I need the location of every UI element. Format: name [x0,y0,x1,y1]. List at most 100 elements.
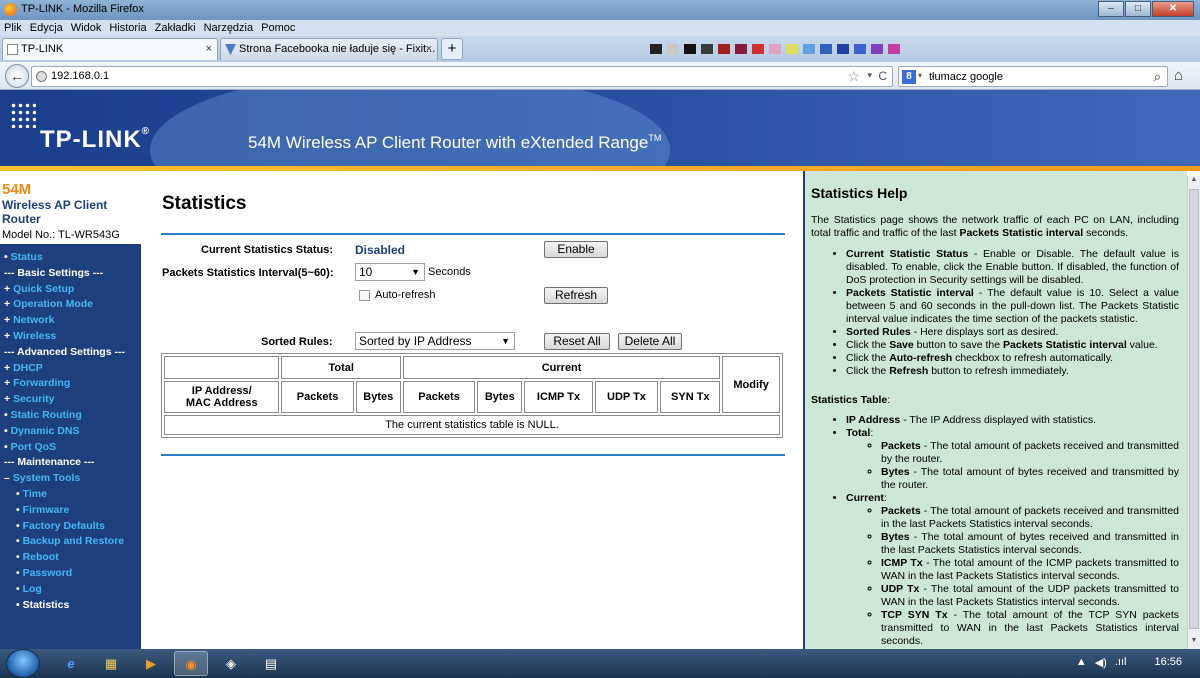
sidebar-item-security[interactable]: Security [0,392,141,408]
sidebar-item-operation-mode[interactable]: Operation Mode [0,297,141,313]
firefox-taskbar-icon[interactable]: ◉ [174,651,208,676]
refresh-button[interactable]: Refresh [544,287,608,304]
menu-pomoc[interactable]: Pomoc [261,20,295,36]
globe-icon [36,71,47,82]
sidebar-item-factory-defaults[interactable]: Factory Defaults [0,519,141,535]
scroll-up-icon[interactable]: ▲ [1188,176,1200,188]
sorted-rules-select[interactable]: Sorted by IP Address ▼ [355,332,515,350]
interval-label: Packets Statistics Interval(5~60): [162,267,334,279]
menu-zakladki[interactable]: Zakładki [155,20,196,36]
sidebar-item-dhcp[interactable]: DHCP [0,361,141,377]
tab-tplink[interactable]: TP-LINK × [2,38,218,60]
media-player-icon[interactable]: ▶ [134,651,168,676]
sidebar-item-static-routing[interactable]: Static Routing [0,408,141,424]
back-button[interactable]: ← [5,64,29,88]
google-icon[interactable]: 8 [902,70,916,84]
search-input[interactable] [929,69,1139,84]
status-label: Current Statistics Status: [201,244,334,256]
tab-label: TP-LINK [21,43,64,55]
reset-all-button[interactable]: Reset All [544,333,610,350]
home-icon[interactable]: ⌂ [1174,67,1183,84]
sidebar-item-quick-setup[interactable]: Quick Setup [0,282,141,298]
table-header-udp-tx: UDP Tx [594,381,659,413]
url-bar[interactable]: 192.168.0.1 ☆ ▾ C [31,66,893,87]
network-icon[interactable]: .ııl [1115,656,1127,669]
app-taskbar-icon[interactable]: ◈ [214,651,248,676]
menu-historia[interactable]: Historia [109,20,146,36]
tab-close-icon[interactable]: × [206,39,212,59]
sidebar-item-port-qos[interactable]: Port QoS [0,440,141,456]
help-item: Click the Refresh button to refresh imme… [846,365,1179,378]
notepad-taskbar-icon[interactable]: ▤ [254,651,288,676]
tab-facebook-fixit[interactable]: Strona Facebooka nie ładuje się - Fixit.… [220,38,438,60]
sidebar-item-system-tools[interactable]: System Tools [0,471,141,487]
tray-arrow-icon[interactable]: ▲ [1076,656,1087,669]
search-engine-dropdown-icon[interactable]: ▾ [918,71,922,80]
menu-narzedzia[interactable]: Narzędzia [204,20,254,36]
sidebar-item-password[interactable]: Password [0,566,141,582]
tab-close-icon[interactable]: × [426,39,432,59]
router-model-title: 54M Wireless AP Client Router with eXten… [248,133,662,152]
bookmark-star-icon[interactable]: ☆ [847,68,860,85]
help-subitem: TCP SYN Tx - The total amount of the TCP… [881,609,1179,648]
reload-icon[interactable]: C [878,69,887,83]
bookmark-color-swatches [650,44,905,54]
scroll-thumb[interactable] [1189,189,1199,629]
sidebar-item-statistics[interactable]: Statistics [0,598,141,614]
interval-select[interactable]: 10 ▼ [355,263,425,281]
sidebar-item-network[interactable]: Network [0,313,141,329]
autorefresh-label: Auto-refresh [375,289,436,301]
minimize-button[interactable]: – [1098,1,1124,17]
main-content: Statistics Current Statistics Status: Di… [141,171,803,649]
help-item: Click the Save button to save the Packet… [846,339,1179,352]
help-subitem: Packets - The total amount of packets re… [881,505,1179,531]
scroll-down-icon[interactable]: ▼ [1188,637,1200,649]
menu-plik[interactable]: Plik [4,20,22,36]
help-list: Current Statistic Status - Enable or Dis… [831,248,1179,378]
search-icon[interactable]: ⌕ [1154,69,1161,85]
help-subitem: Bytes - The total amount of bytes receiv… [881,466,1179,492]
maximize-button[interactable]: □ [1125,1,1151,17]
sidebar-item-status[interactable]: Status [0,250,141,266]
url-text: 192.168.0.1 [51,70,110,82]
sidebar-item-forwarding[interactable]: Forwarding [0,376,141,392]
volume-icon[interactable]: ◀) [1095,656,1107,669]
table-header-current-bytes: Bytes [477,381,523,413]
search-box[interactable]: 8 ▾ ⌕ [898,66,1168,87]
sidebar-item-backup-and-restore[interactable]: Backup and Restore [0,534,141,550]
tplink-dots-icon [10,102,36,128]
table-null-row: The current statistics table is NULL. [164,415,780,435]
table-header-total-packets: Packets [281,381,354,413]
sidebar: 54M Wireless AP Client Router Model No.:… [0,171,141,649]
sidebar-item-reboot[interactable]: Reboot [0,550,141,566]
page-scrollbar[interactable]: ▲ ▼ [1187,176,1200,649]
internet-explorer-icon[interactable]: e [54,651,88,676]
navigation-bar: ← 192.168.0.1 ☆ ▾ C 8 ▾ ⌕ ⌂ [0,62,1200,90]
delete-all-button[interactable]: Delete All [618,333,682,350]
clock[interactable]: 16:56 [1154,656,1182,669]
menu-bar: Plik Edycja Widok Historia Zakładki Narz… [0,20,1200,36]
sidebar-item-log[interactable]: Log [0,582,141,598]
sidebar-item-dynamic-dns[interactable]: Dynamic DNS [0,424,141,440]
window-titlebar: TP-LINK - Mozilla Firefox – □ ✕ [0,0,1200,20]
interval-unit: Seconds [428,266,471,278]
new-tab-button[interactable]: + [441,38,463,60]
sidebar-item-wireless[interactable]: Wireless [0,329,141,345]
menu-edycja[interactable]: Edycja [30,20,63,36]
help-item: IP Address - The IP Address displayed wi… [846,414,1179,427]
sidebar-section-header: --- Advanced Settings --- [4,345,125,358]
autorefresh-checkbox[interactable] [359,290,370,301]
help-item: Current: Packets - The total amount of p… [846,492,1179,648]
help-panel: Statistics Help The Statistics page show… [803,171,1187,649]
close-button[interactable]: ✕ [1152,1,1194,17]
status-value: Disabled [355,243,406,257]
enable-button[interactable]: Enable [544,241,608,258]
start-button[interactable] [6,649,40,678]
url-dropdown-icon[interactable]: ▾ [867,70,872,81]
table-header-current: Current [402,356,721,379]
menu-widok[interactable]: Widok [71,20,102,36]
explorer-folder-icon[interactable]: ▦ [94,651,128,676]
sidebar-item-firmware[interactable]: Firmware [0,503,141,519]
sidebar-item-time[interactable]: Time [0,487,141,503]
statistics-table: Total Current Modify IP Address/MAC Addr… [161,353,783,438]
